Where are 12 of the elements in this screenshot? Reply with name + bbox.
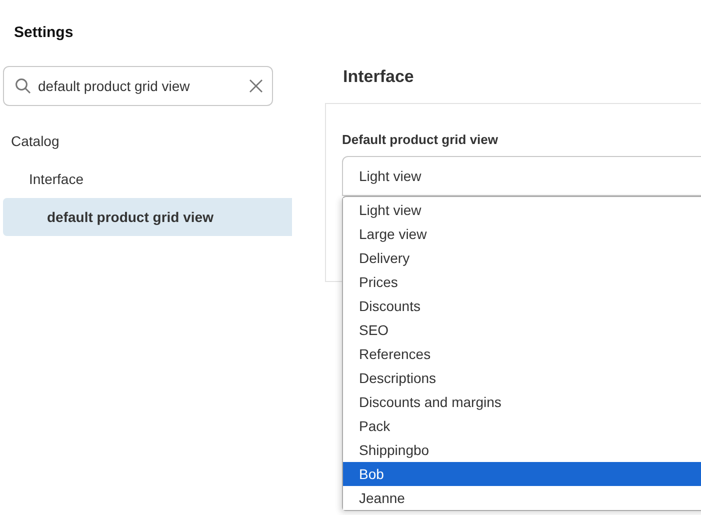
view-select[interactable]: Light view — [342, 156, 701, 196]
section-title: Interface — [325, 0, 701, 104]
tree-item[interactable]: Catalog — [3, 122, 292, 160]
tree-item[interactable]: default product grid view — [3, 198, 292, 236]
dropdown-option[interactable]: Jeanne — [343, 486, 701, 510]
dropdown-option[interactable]: Bob — [343, 462, 701, 486]
field-label: Default product grid view — [342, 132, 500, 147]
settings-title: Settings — [13, 23, 74, 43]
close-icon[interactable] — [249, 79, 263, 93]
search-icon — [15, 78, 31, 94]
tree-item[interactable]: Interface — [3, 160, 292, 198]
search-field[interactable]: default product grid view — [3, 66, 273, 106]
